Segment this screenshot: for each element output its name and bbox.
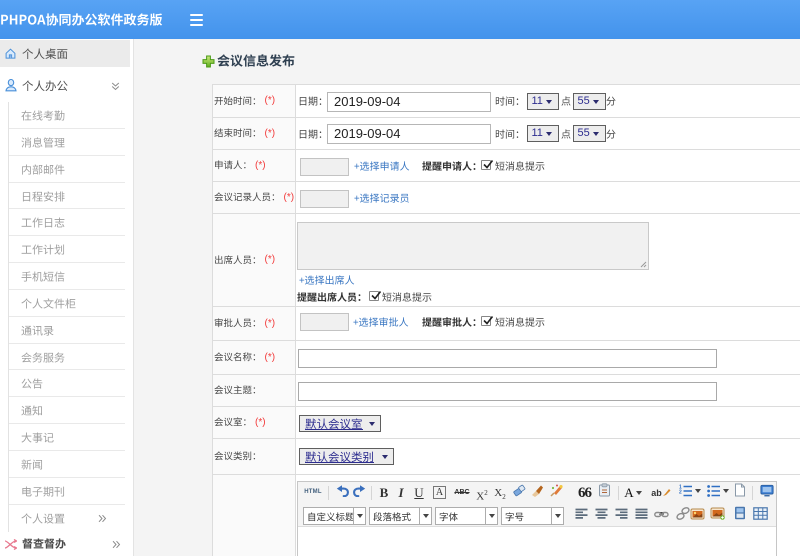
svg-text:2: 2 [679,490,682,496]
